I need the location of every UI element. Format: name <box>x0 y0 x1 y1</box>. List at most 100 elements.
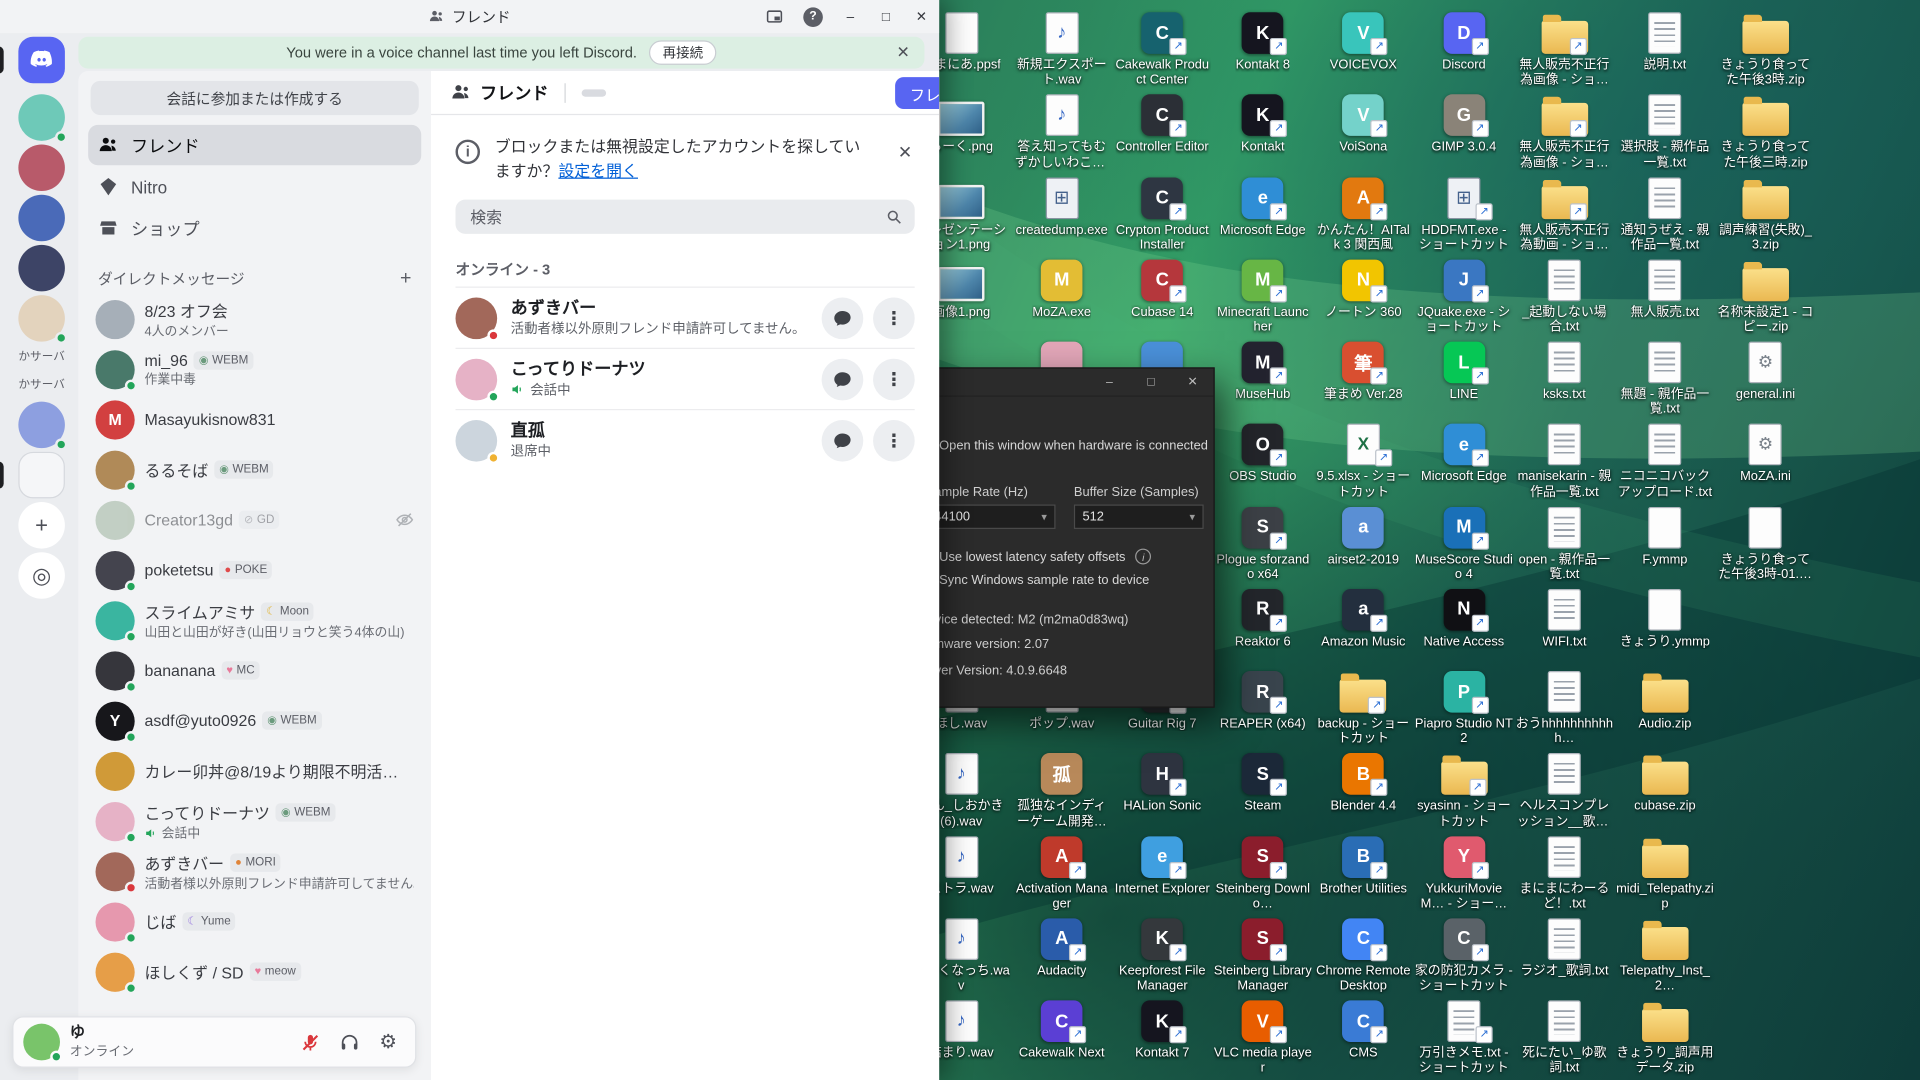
desktop-icon[interactable]: 選択肢 - 親作品一覧.txt <box>1615 92 1715 170</box>
friend-row[interactable]: こってりドーナツ 会話中 ⋮ <box>456 348 915 409</box>
dm-list-item[interactable]: るるそば ◉ WEBM <box>88 444 421 494</box>
desktop-icon[interactable]: Y YukkuriMovieM… - ショートカット <box>1414 833 1514 911</box>
message-button[interactable] <box>822 419 864 461</box>
desktop-icon[interactable]: 新規エクスポート.wav <box>1012 10 1112 88</box>
dm-list-item[interactable]: M Masayukisnow831 <box>88 394 421 444</box>
desktop-icon[interactable]: O OBS Studio <box>1213 422 1313 485</box>
desktop-icon[interactable]: B Brother Utilities <box>1313 833 1413 896</box>
desktop-icon[interactable]: C Crypton Product Installer <box>1112 174 1212 252</box>
desktop-icon[interactable]: V VLC media player <box>1213 998 1313 1076</box>
server-rail-item[interactable]: + <box>18 502 65 549</box>
sidebar-item-friends[interactable]: フレンド <box>88 125 421 165</box>
desktop-icon[interactable]: C Cubase 14 <box>1112 257 1212 320</box>
mic-muted-icon[interactable] <box>293 1025 327 1059</box>
desktop-icon[interactable]: e Internet Explorer <box>1112 833 1212 896</box>
gear-icon[interactable]: ⚙ <box>371 1025 405 1059</box>
desktop-icon[interactable]: 説明.txt <box>1615 10 1715 73</box>
desktop-icon[interactable]: A Audacity <box>1012 916 1112 979</box>
search-input[interactable] <box>468 206 886 227</box>
desktop-icon[interactable]: ksks.txt <box>1514 339 1614 402</box>
desktop-icon[interactable]: open - 親作品一覧.txt <box>1514 504 1614 582</box>
desktop-icon[interactable]: S Steinberg Library Manager <box>1213 916 1313 994</box>
close-button[interactable]: ✕ <box>904 0 940 33</box>
desktop-icon[interactable]: 通知うぜえ - 親作品一覧.txt <box>1615 174 1715 252</box>
desktop-icon[interactable]: midi_Telepathy.zip <box>1615 833 1715 911</box>
server-rail-item[interactable] <box>18 245 65 292</box>
desktop-icon[interactable]: おうhhhhhhhhhhh… <box>1514 669 1614 747</box>
desktop-icon[interactable]: A Activation Manager <box>1012 833 1112 911</box>
desktop-icon[interactable]: 無題 - 親作品一覧.txt <box>1615 339 1715 417</box>
eye-slash-icon[interactable] <box>396 511 414 529</box>
desktop-icon[interactable]: ヘルスコンプレッション__歌詞.txt <box>1514 751 1614 829</box>
desktop-icon[interactable]: H HALion Sonic <box>1112 751 1212 814</box>
dm-list-item[interactable]: こってりドーナツ ◉ WEBM 会話中 <box>88 796 421 846</box>
dm-list-item[interactable]: Creator13gd ⊘ GD <box>88 495 421 545</box>
desktop-icon[interactable]: C Cakewalk Product Center <box>1112 10 1212 88</box>
desktop-icon[interactable]: 死にたい_ゆ歌詞.txt <box>1514 998 1614 1076</box>
server-rail-item[interactable] <box>18 402 65 449</box>
desktop-icon[interactable]: A かんたん！AITalk 3 関西風 <box>1313 174 1413 252</box>
desktop-icon[interactable]: きょうり_調声用データ.zip <box>1615 998 1715 1076</box>
desktop-icon[interactable]: C Controller Editor <box>1112 92 1212 155</box>
message-button[interactable] <box>822 297 864 339</box>
message-button[interactable] <box>822 358 864 400</box>
dm-list-item[interactable]: 8/23 オフ会 4人のメンバー <box>88 294 421 344</box>
dm-list-item[interactable]: poketetsu ● POKE <box>88 545 421 595</box>
desktop-icon[interactable]: 筆 筆まめ Ver.28 <box>1313 339 1413 402</box>
desktop-icon[interactable]: S Plogue sforzando x64 <box>1213 504 1313 582</box>
reconnect-button[interactable]: 再接続 <box>649 40 716 64</box>
desktop-icon[interactable]: きょうり食ってた午後3時-01.cpr <box>1715 504 1815 582</box>
avatar[interactable] <box>23 1024 60 1061</box>
headphones-icon[interactable] <box>332 1025 366 1059</box>
desktop-icon[interactable]: HDDFMT.exe - ショートカット <box>1414 174 1514 252</box>
desktop-icon[interactable]: MoZA.ini <box>1715 422 1815 485</box>
desktop-icon[interactable]: S Steam <box>1213 751 1313 814</box>
desktop-icon[interactable]: 答え知ってもむずかしいわこれ.wav <box>1012 92 1112 170</box>
banner-close-icon[interactable]: ✕ <box>896 43 909 63</box>
desktop-icon[interactable]: B Blender 4.4 <box>1313 751 1413 814</box>
titlebar[interactable]: フレンド ? – □ ✕ <box>0 0 939 33</box>
desktop-icon[interactable]: R Reaktor 6 <box>1213 586 1313 649</box>
desktop-icon[interactable]: 無人販売不正行為画像 - ショートカット <box>1514 92 1614 170</box>
desktop-icon[interactable]: 9.5.xlsx - ショートカット <box>1313 422 1413 500</box>
tab[interactable] <box>582 89 606 96</box>
desktop-icon[interactable]: backup - ショートカット <box>1313 669 1413 747</box>
desktop-icon[interactable]: WIFI.txt <box>1514 586 1614 649</box>
dm-list-item[interactable]: ほしくず / SD ♥ meow <box>88 947 421 997</box>
desktop-icon[interactable]: 無人販売不正行為画像 - ショートカッ… <box>1514 10 1614 88</box>
tab[interactable] <box>650 89 674 96</box>
desktop-icon[interactable]: 名称未設定1 - コピー.zip <box>1715 257 1815 335</box>
more-options-button[interactable]: ⋮ <box>873 358 915 400</box>
maximize-button[interactable]: □ <box>868 0 904 33</box>
desktop-icon[interactable]: ラジオ_歌詞.txt <box>1514 916 1614 979</box>
server-rail-item[interactable] <box>18 144 65 191</box>
desktop-icon[interactable]: 無人販売不正行為動画 - ショートカット <box>1514 174 1614 252</box>
server-rail-item[interactable] <box>18 37 65 84</box>
desktop-icon[interactable]: L LINE <box>1414 339 1514 402</box>
dm-list-item[interactable]: Y asdf@yuto0926 ◉ WEBM <box>88 696 421 746</box>
desktop-icon[interactable]: C 家の防犯カメラ - ショートカット <box>1414 916 1514 994</box>
desktop-icon[interactable]: 無人販売.txt <box>1615 257 1715 320</box>
desktop-icon[interactable]: N ノートン 360 <box>1313 257 1413 320</box>
dm-list-item[interactable]: スライムアミサ ☾ Moon 山田と山田が好き(山田リョウと笑う4体の山) <box>88 595 421 645</box>
notice-close-icon[interactable]: ✕ <box>898 142 912 163</box>
desktop-icon[interactable]: D Discord <box>1414 10 1514 73</box>
dialog-close-button[interactable]: ✕ <box>1172 369 1214 396</box>
dm-list-item[interactable]: bananana ♥ MC <box>88 645 421 695</box>
dm-list-item[interactable]: あずきバー ● MORI 活動者様以外原則フレンド申請許可してません。 <box>88 846 421 896</box>
desktop-icon[interactable]: syasinn - ショートカット <box>1414 751 1514 829</box>
desktop-icon[interactable]: C Cakewalk Next <box>1012 998 1112 1061</box>
info-icon[interactable]: i <box>1135 549 1151 565</box>
desktop-icon[interactable]: createdump.exe <box>1012 174 1112 237</box>
desktop-icon[interactable]: a airset2-2019 <box>1313 504 1413 567</box>
desktop-icon[interactable]: N Native Access <box>1414 586 1514 649</box>
desktop-icon[interactable]: K Keepforest File Manager <box>1112 916 1212 994</box>
desktop-icon[interactable]: C CMS <box>1313 998 1413 1061</box>
friend-row[interactable]: あずきバー 活動者様以外原則フレンド申請許可してません。 ⋮ <box>456 287 915 348</box>
desktop-icon[interactable]: ニコニコバックアップロード.txt <box>1615 422 1715 500</box>
desktop-icon[interactable]: G GIMP 3.0.4 <box>1414 92 1514 155</box>
desktop-icon[interactable]: Telepathy_Inst_2… <box>1615 916 1715 994</box>
desktop-icon[interactable]: general.ini <box>1715 339 1815 402</box>
desktop-icon[interactable]: きょうり食ってた午後3時.zip <box>1715 10 1815 88</box>
desktop-icon[interactable]: S Steinberg Downlo… <box>1213 833 1313 911</box>
